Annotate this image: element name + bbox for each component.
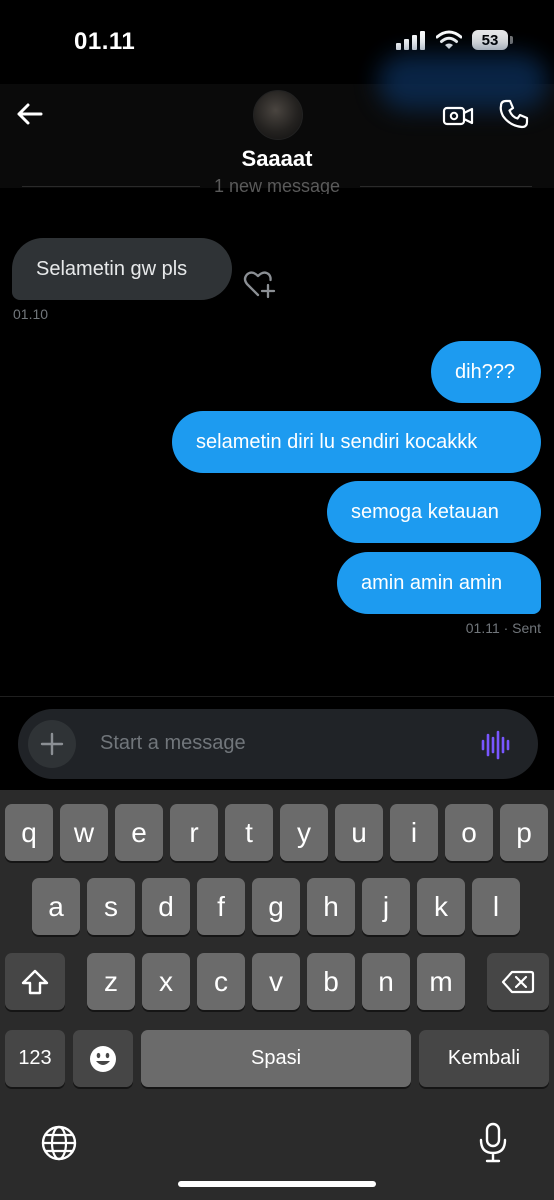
backspace-icon (501, 970, 535, 993)
key-z[interactable]: z (87, 953, 135, 1010)
key-y[interactable]: y (280, 804, 328, 861)
key-p[interactable]: p (500, 804, 548, 861)
avatar[interactable] (253, 90, 303, 140)
key-b[interactable]: b (307, 953, 355, 1010)
key-d[interactable]: d (142, 878, 190, 935)
divider-label: 1 new message (213, 176, 341, 194)
key-c[interactable]: c (197, 953, 245, 1010)
key-s[interactable]: s (87, 878, 135, 935)
message-input[interactable]: Start a message (100, 732, 246, 755)
key-r[interactable]: r (170, 804, 218, 861)
message-timestamp-sent: 01.11 · Sent (465, 620, 541, 636)
message-bubble-incoming[interactable]: Selametin gw pls (12, 238, 232, 300)
key-l[interactable]: l (472, 878, 520, 935)
delete-key[interactable] (487, 953, 549, 1010)
new-message-divider: 1 new message (0, 174, 554, 194)
key-g[interactable]: g (252, 878, 300, 935)
message-bubble-outgoing[interactable]: semoga ketauan (327, 481, 541, 543)
message-composer[interactable]: Start a message (18, 709, 538, 779)
status-indicators: 53 (396, 30, 513, 50)
key-i[interactable]: i (390, 804, 438, 861)
key-f[interactable]: f (197, 878, 245, 935)
contact-name[interactable]: Saaaat (0, 146, 554, 172)
plus-icon (40, 732, 64, 756)
divider-line-right (360, 186, 532, 187)
key-j[interactable]: j (362, 878, 410, 935)
message-bubble-outgoing[interactable]: dih??? (431, 341, 541, 403)
battery-indicator: 53 (472, 30, 513, 50)
wifi-icon (436, 30, 462, 49)
key-q[interactable]: q (5, 804, 53, 861)
voice-wave-icon[interactable] (480, 729, 512, 761)
key-x[interactable]: x (142, 953, 190, 1010)
space-key[interactable]: Spasi (141, 1030, 411, 1087)
cellular-signal-icon (396, 31, 425, 50)
return-key[interactable]: Kembali (419, 1030, 549, 1087)
key-k[interactable]: k (417, 878, 465, 935)
phone-icon[interactable] (498, 98, 530, 130)
emoji-icon (90, 1045, 116, 1072)
emoji-key[interactable] (73, 1030, 133, 1087)
heart-plus-icon[interactable] (242, 268, 276, 300)
status-time: 01.11 (74, 28, 136, 55)
home-indicator[interactable] (178, 1181, 376, 1187)
key-e[interactable]: e (115, 804, 163, 861)
arrow-left-icon[interactable] (14, 98, 46, 130)
conversation-header: Saaaat (0, 54, 554, 188)
numbers-key[interactable]: 123 (5, 1030, 65, 1087)
key-v[interactable]: v (252, 953, 300, 1010)
microphone-icon[interactable] (478, 1122, 508, 1164)
key-u[interactable]: u (335, 804, 383, 861)
key-n[interactable]: n (362, 953, 410, 1010)
on-screen-keyboard: q w e r t y u i o p a s d f g h j k l z … (0, 790, 554, 1200)
shift-key[interactable] (5, 953, 65, 1010)
key-o[interactable]: o (445, 804, 493, 861)
key-h[interactable]: h (307, 878, 355, 935)
key-t[interactable]: t (225, 804, 273, 861)
key-m[interactable]: m (417, 953, 465, 1010)
battery-level: 53 (481, 31, 499, 49)
key-w[interactable]: w (60, 804, 108, 861)
shift-icon (21, 969, 49, 994)
message-bubble-outgoing[interactable]: selametin diri lu sendiri kocakkk (172, 411, 541, 473)
video-camera-icon[interactable] (442, 100, 474, 132)
key-a[interactable]: a (32, 878, 80, 935)
add-attachment-button[interactable] (28, 720, 76, 768)
message-bubble-outgoing[interactable]: amin amin amin (337, 552, 541, 614)
composer-bar: Start a message (0, 696, 554, 791)
message-timestamp-incoming: 01.10 (13, 306, 49, 322)
globe-icon[interactable] (40, 1124, 78, 1162)
